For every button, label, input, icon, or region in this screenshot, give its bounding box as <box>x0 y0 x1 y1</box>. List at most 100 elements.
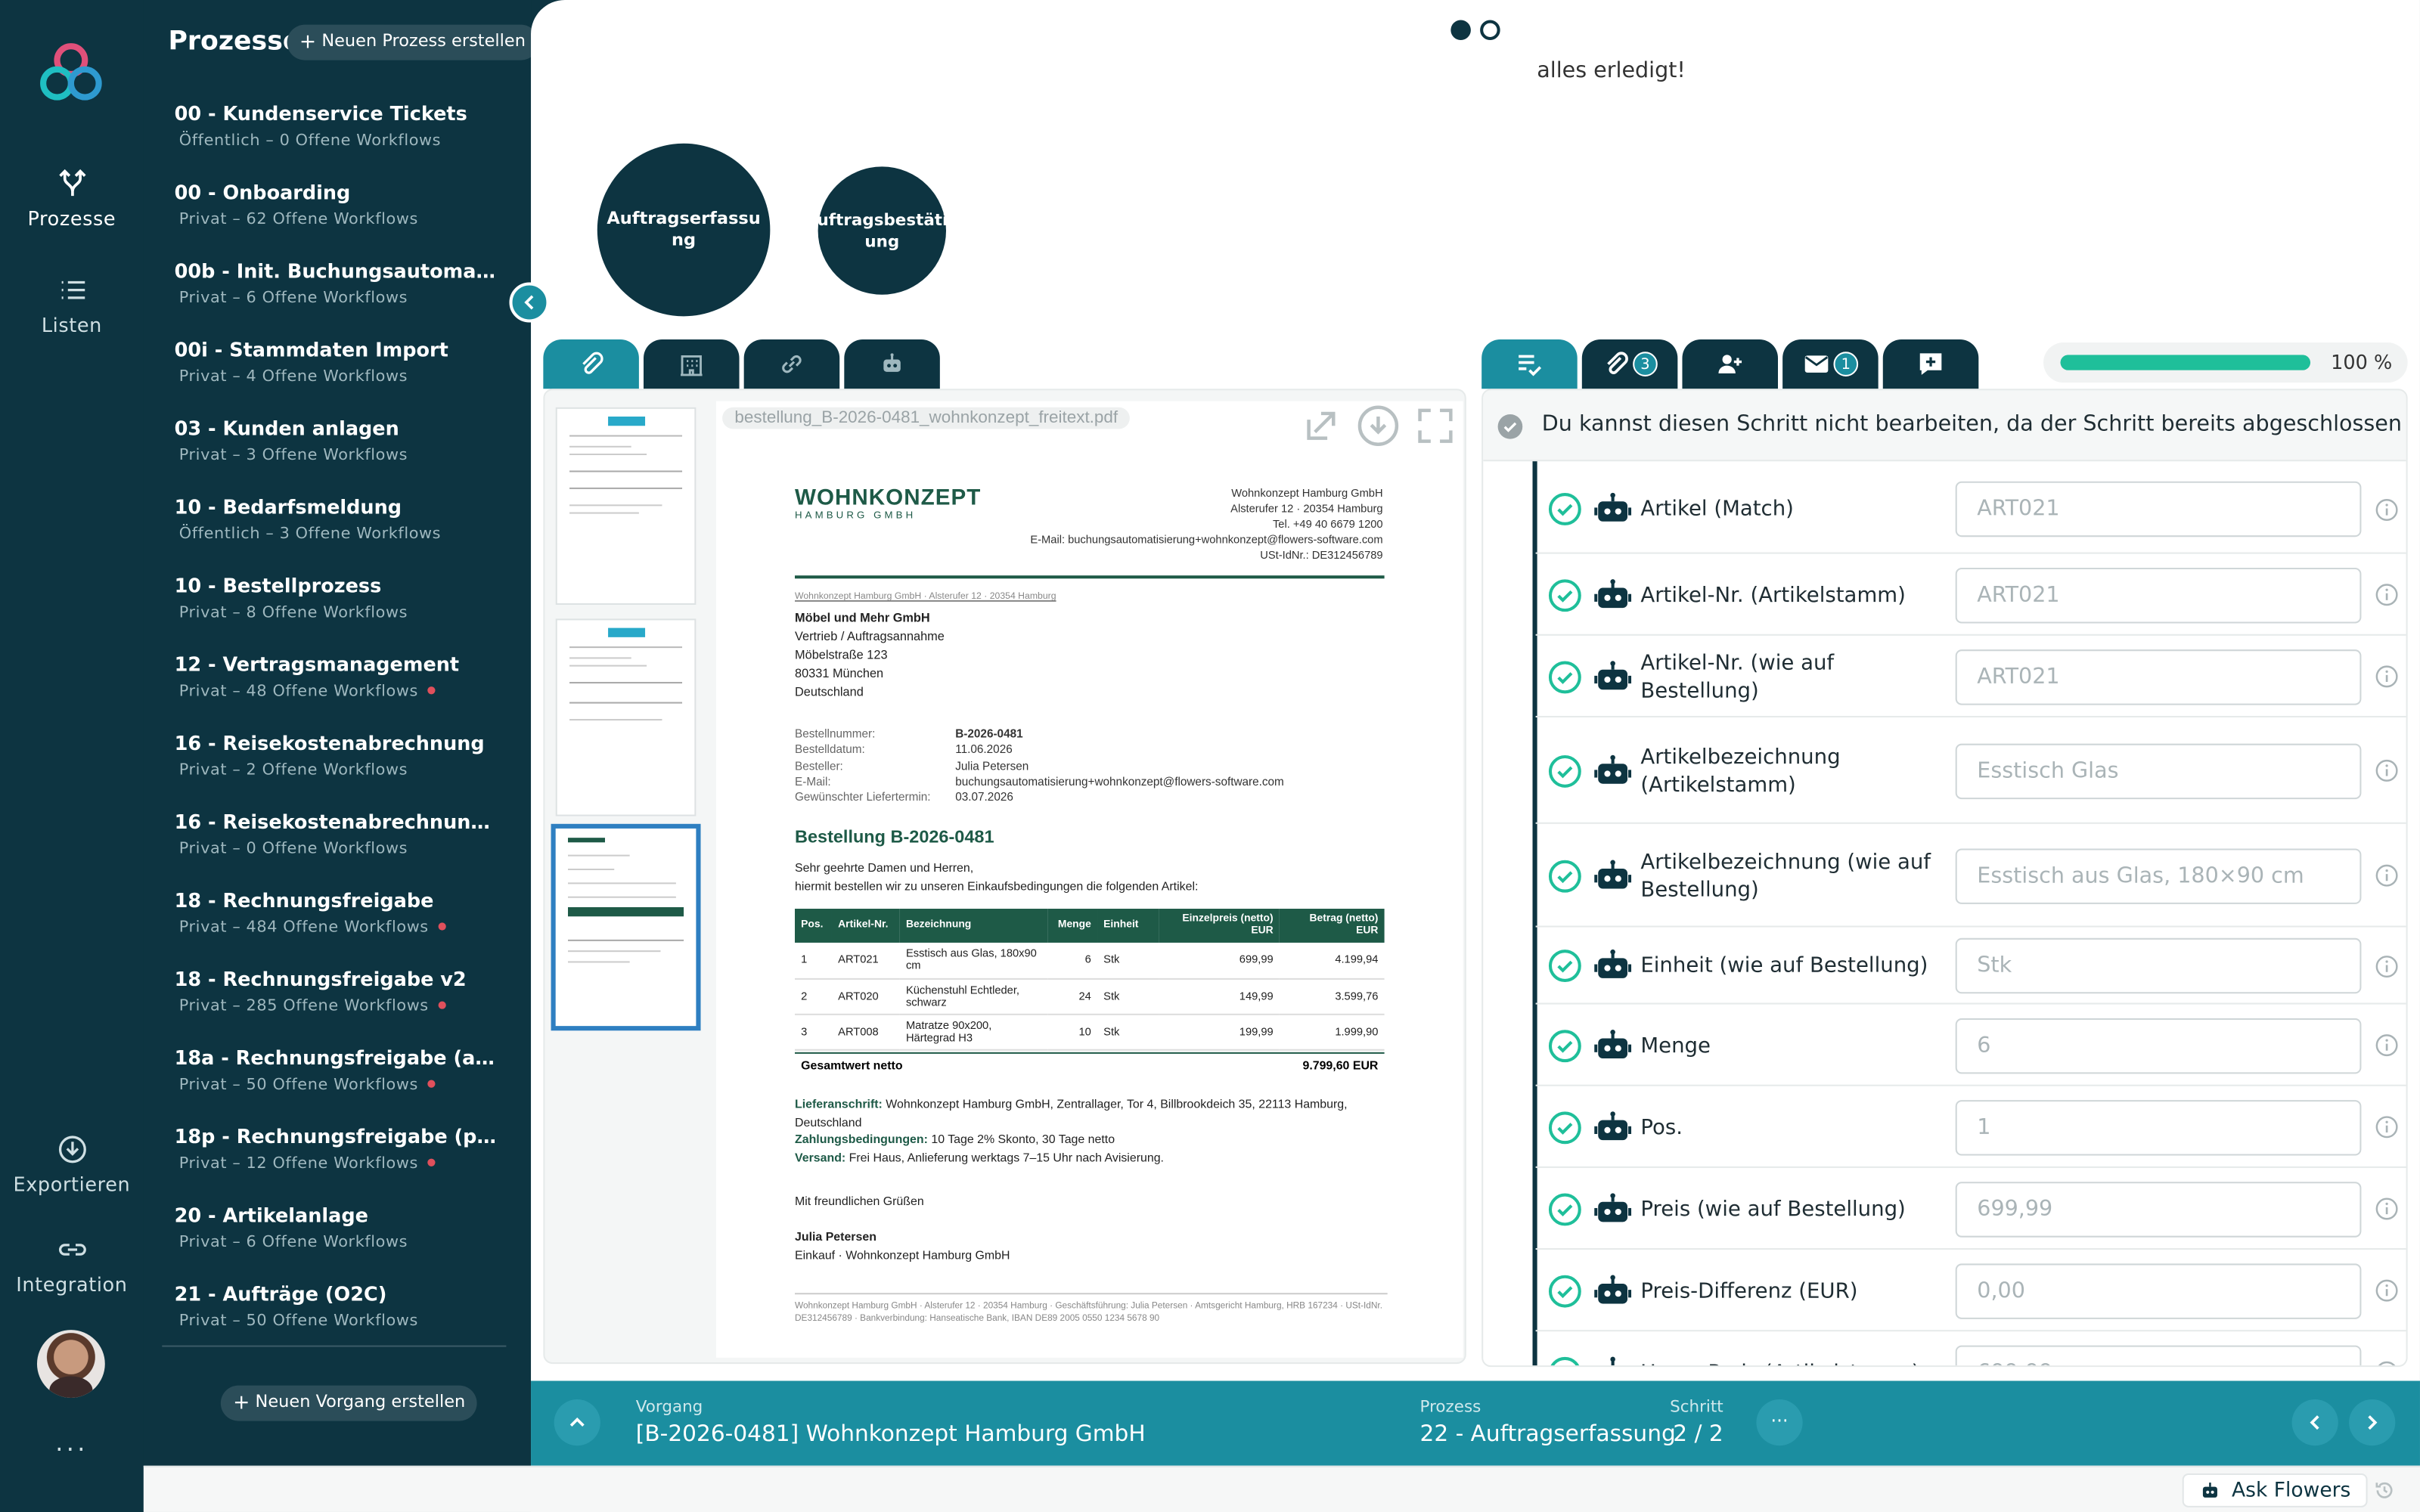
new-process-button[interactable]: + Neuen Prozess erstellen <box>287 24 538 60</box>
process-meta: Privat – 6 Offene Workflows <box>179 290 502 307</box>
case-more-button[interactable]: ··· <box>1756 1399 1803 1446</box>
process-item[interactable]: 00i - Stammdaten Import Privat – 4 Offene… <box>175 338 502 386</box>
page-thumbnail-3[interactable] <box>551 823 701 1031</box>
process-item[interactable]: 10 - Bestellprozess Privat – 8 Offene Wor… <box>175 574 502 621</box>
pdf-meta-row: E-Mail: buchungsautomatisierung+wohnkonze… <box>795 774 1284 790</box>
info-icon[interactable] <box>2375 1115 2399 1139</box>
info-icon[interactable] <box>2375 864 2399 888</box>
page-thumbnail-2[interactable] <box>555 618 697 816</box>
pdf-table-cell: Stk <box>1097 1013 1159 1050</box>
robot-icon <box>1594 492 1632 522</box>
tab-fields[interactable] <box>1481 339 1578 389</box>
link-icon <box>57 1244 85 1256</box>
tab-attachments[interactable] <box>543 339 639 389</box>
check-circle-icon <box>1548 578 1581 612</box>
tab-robot[interactable] <box>844 339 940 389</box>
tab-mail[interactable]: 1 <box>1782 339 1879 389</box>
field-input[interactable]: 1 <box>1955 1099 2362 1155</box>
process-meta-text: Privat – 2 Offene Workflows <box>178 762 408 779</box>
dot-filled[interactable] <box>1450 20 1471 41</box>
rail-integration[interactable]: Integration <box>0 1233 144 1296</box>
tab-add-user[interactable] <box>1682 339 1779 389</box>
tab-company[interactable] <box>644 339 740 389</box>
field-input[interactable]: ART021 <box>1955 649 2362 705</box>
download-icon[interactable] <box>1355 404 1401 448</box>
tab-links[interactable] <box>743 339 840 389</box>
step-circle-auftragserfassung[interactable]: Auftragserfassu ng <box>597 143 771 317</box>
info-icon[interactable] <box>2375 1361 2399 1367</box>
process-item[interactable]: 12 - Vertragsmanagement Privat – 48 Offen… <box>175 652 502 700</box>
field-row: Unser Preis (Artikelstamm) 699,99 <box>1536 1331 2406 1367</box>
new-case-button[interactable]: + Neuen Vorgang erstellen <box>220 1385 478 1421</box>
progress-label: 100 % <box>2331 350 2393 373</box>
info-icon[interactable] <box>2375 1279 2399 1303</box>
page-thumbnail-1[interactable] <box>555 407 697 605</box>
info-icon[interactable] <box>2375 497 2399 521</box>
tab-attachments-count[interactable]: 3 <box>1581 339 1678 389</box>
process-item[interactable]: 20 - Artikelanlage Privat – 6 Offene Work… <box>175 1204 502 1251</box>
pdf-recipient-line: Vertrieb / Auftragsannahme <box>795 629 945 644</box>
pdf-table-row: 1 ART021 Esstisch aus Glas, 180x90 cm 6 Stk 6… <box>795 942 1385 979</box>
pdf-table-cell: 6 <box>1047 942 1098 979</box>
field-input[interactable]: 6 <box>1955 1017 2362 1074</box>
field-label: Preis (wie auf Bestellung) <box>1640 1196 1906 1222</box>
pdf-meta-row: Bestellnummer: B-2026-0481 <box>795 727 1284 742</box>
collapse-sidebar-button[interactable] <box>509 282 550 323</box>
ask-flowers-button[interactable]: Ask Flowers <box>2182 1473 2368 1507</box>
expand-case-button[interactable] <box>554 1399 600 1446</box>
dot-open[interactable] <box>1480 20 1500 41</box>
info-icon[interactable] <box>2375 583 2399 606</box>
prozess-value[interactable]: 22 - Auftragserfassung <box>1420 1423 1676 1448</box>
process-item[interactable]: 16 - Reisekostenabrechnung Privat – 2 Off… <box>175 731 502 779</box>
process-item[interactable]: 18 - Rechnungsfreigabe v2 Privat – 285 Of… <box>175 968 502 1015</box>
alert-dot <box>427 1158 436 1167</box>
process-item[interactable]: 00b - Init. Buchungsautomatisieru... Priv… <box>175 259 502 307</box>
field-label: Artikelbezeichnung (wie auf Bestellung) <box>1640 849 1931 902</box>
field-input[interactable]: 699,99 <box>1955 1181 2362 1237</box>
info-icon[interactable] <box>2375 954 2399 978</box>
process-item[interactable]: 10 - Bedarfsmeldung Öffentlich – 3 Offene… <box>175 495 502 543</box>
info-icon[interactable] <box>2375 665 2399 689</box>
field-row: Pos. 1 <box>1535 1086 2406 1168</box>
field-input[interactable]: ART021 <box>1955 566 2362 623</box>
rail-prozesse[interactable]: Prozesse <box>0 166 144 230</box>
next-case-button[interactable] <box>2349 1399 2396 1446</box>
field-input[interactable]: Esstisch aus Glas, 180×90 cm <box>1955 847 2362 903</box>
field-input[interactable]: Stk <box>1955 937 2362 994</box>
pdf-table-header-cell: Bezeichnung <box>905 919 972 931</box>
history-icon[interactable] <box>2374 1479 2396 1501</box>
rail-listen[interactable]: Listen <box>0 273 144 336</box>
field-input[interactable]: 699,99 <box>1955 1344 2362 1366</box>
process-item[interactable]: 03 - Kunden anlagen Privat – 3 Offene Wor… <box>175 417 502 464</box>
process-meta-text: Privat – 285 Offene Workflows <box>178 998 429 1015</box>
pdf-table-cell: Küchenstuhl Echtleder, schwarz <box>899 978 1048 1015</box>
robot-icon <box>1594 754 1632 783</box>
field-input[interactable]: ART021 <box>1955 481 2362 538</box>
process-name: 18 - Rechnungsfreigabe v2 <box>174 967 467 991</box>
process-meta: Öffentlich – 3 Offene Workflows <box>179 526 502 543</box>
process-item[interactable]: 00 - Kundenservice Tickets Öffentlich – 0… <box>175 102 502 150</box>
process-item[interactable]: 18a - Rechnungsfreigabe (aufgete... Priva… <box>175 1046 502 1094</box>
process-item[interactable]: 21 - Aufträge (O2C) Privat – 50 Offene Wo… <box>175 1282 502 1330</box>
info-icon[interactable] <box>2375 759 2399 782</box>
process-item[interactable]: 00 - Onboarding Privat – 62 Offene Workfl… <box>175 181 502 228</box>
info-icon[interactable] <box>2375 1198 2399 1221</box>
rail-more-button[interactable]: ··· <box>0 1435 144 1464</box>
fullscreen-icon[interactable] <box>1413 404 1457 448</box>
user-avatar[interactable] <box>36 1330 105 1398</box>
pdf-table-cell: 4.199,94 <box>1279 942 1385 979</box>
rail-exportieren[interactable]: Exportieren <box>0 1132 144 1196</box>
open-external-icon[interactable] <box>1299 404 1342 448</box>
prev-case-button[interactable] <box>2291 1399 2338 1446</box>
pdf-shipping-text: Frei Haus, Anlieferung werktags 7–15 Uhr… <box>849 1151 1164 1165</box>
step-circle-auftragsbestaetigung[interactable]: Auftragsbestätig ung <box>805 166 960 295</box>
info-icon[interactable] <box>2375 1033 2399 1057</box>
process-meta-text: Privat – 12 Offene Workflows <box>178 1155 418 1173</box>
process-item[interactable]: 18 - Rechnungsfreigabe Privat – 484 Offen… <box>175 889 502 937</box>
vorgang-value[interactable]: [B-2026-0481] Wohnkonzept Hamburg GmbH <box>636 1423 1146 1448</box>
field-input[interactable]: 0,00 <box>1955 1263 2362 1318</box>
process-item[interactable]: 16 - Reisekostenabrechnung imp... Privat … <box>175 810 502 857</box>
process-item[interactable]: 18p - Rechnungsfreigabe (parallel) Privat… <box>175 1125 502 1173</box>
tab-add-comment[interactable] <box>1882 339 1979 389</box>
field-input[interactable]: Esstisch Glas <box>1955 742 2362 799</box>
